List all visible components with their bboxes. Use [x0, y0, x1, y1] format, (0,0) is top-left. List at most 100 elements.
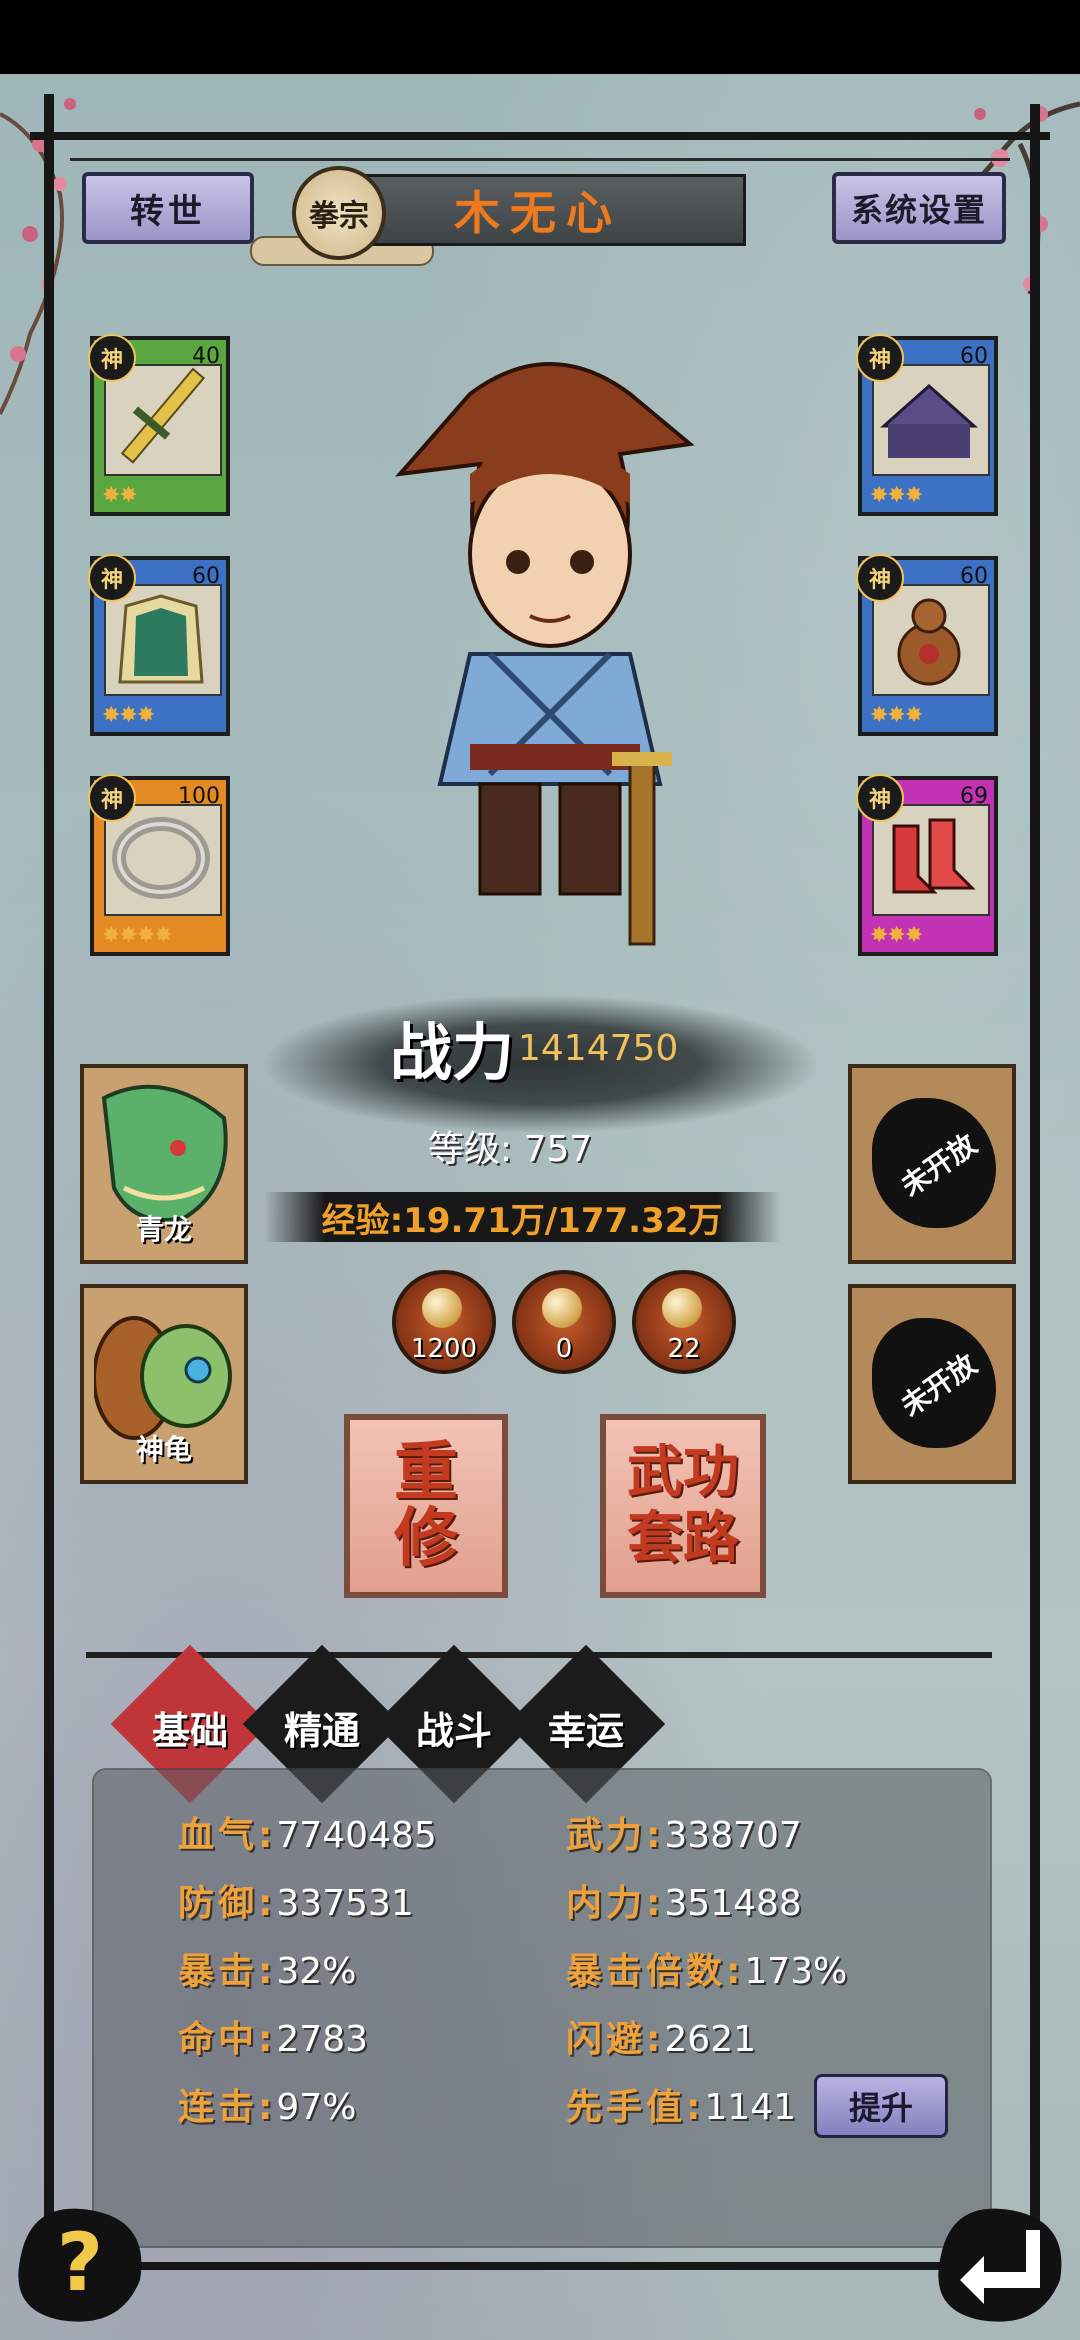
equip-art-gourd [872, 584, 990, 696]
player-name: 木无心 [330, 174, 746, 246]
martial-arts-label: 武功套路 [627, 1440, 739, 1571]
stat-defense: 防御:337531 [178, 1874, 414, 1926]
stat-inner-value: 351488 [664, 1883, 802, 1924]
equip-art-sword [104, 364, 222, 476]
stat-combo-value: 97% [276, 2087, 357, 2128]
reincarnate-button[interactable]: 转世 [82, 172, 254, 244]
equip-slot-gourd[interactable]: 神 60 ✸✸✸ [856, 554, 998, 736]
stat-defense-value: 337531 [276, 1883, 414, 1924]
hero-character [395, 362, 695, 946]
frame-right [1030, 104, 1040, 2304]
equip-art-ring [104, 804, 222, 916]
equip-slot-armor[interactable]: 神 60 ✸✸✸ [88, 554, 230, 736]
divine-tag: 神 [88, 554, 136, 602]
frame-bottom [40, 2262, 1040, 2270]
boots-icon [892, 818, 976, 894]
help-icon[interactable]: ? [10, 2190, 150, 2330]
equip-stars: ✸✸ [102, 483, 138, 508]
frame-left [44, 94, 54, 2314]
item-count: 0 [555, 1334, 573, 1364]
divine-tag: 神 [856, 554, 904, 602]
stat-crit-multiplier-label: 暴击倍数: [566, 1951, 745, 1992]
stat-inner: 内力:351488 [566, 1874, 802, 1926]
stat-hp: 血气:7740485 [178, 1806, 437, 1858]
stat-initiative: 先手值:1141 [566, 2078, 796, 2130]
pet-name: 神龟 [135, 1433, 192, 1466]
gourd-icon [897, 598, 961, 686]
equip-slot-boots[interactable]: 神 69 ✸✸✸ [856, 774, 998, 956]
ring-icon [112, 817, 210, 899]
retrain-button[interactable]: 重修 [344, 1414, 508, 1598]
stat-attack: 武力:338707 [566, 1806, 802, 1858]
stat-crit: 暴击:32% [178, 1942, 356, 1994]
tab-luck[interactable]: 幸运 [516, 1700, 656, 1755]
item-slot-1[interactable]: 1200 [392, 1270, 496, 1374]
stat-hp-value: 7740485 [276, 1815, 437, 1856]
pet-slot-qinglong[interactable]: 青龙 [80, 1064, 248, 1264]
locked-slot-1[interactable]: 未开放 [848, 1064, 1016, 1264]
frame-top-inner [70, 158, 1010, 161]
equip-level: 60 [192, 564, 220, 589]
divine-tag: 神 [88, 774, 136, 822]
equip-slot-ring[interactable]: 神 100 ✸✸✸✸ [88, 774, 230, 956]
equip-art-boots [872, 804, 990, 916]
stat-crit-multiplier-value: 173% [744, 1951, 848, 1992]
equip-stars: ✸✸✸✸ [102, 923, 173, 948]
stat-attack-value: 338707 [664, 1815, 802, 1856]
item-orb-icon [662, 1288, 702, 1328]
stat-initiative-label: 先手值: [566, 2087, 705, 2128]
stat-combo-label: 连击: [178, 2087, 277, 2128]
equip-stars: ✸✸✸ [870, 703, 923, 728]
system-settings-button[interactable]: 系统设置 [832, 172, 1006, 244]
equip-art-hat [872, 364, 990, 476]
level-text: 等级: 757 [428, 1129, 593, 1170]
armor-icon [118, 594, 204, 684]
exp-text: 经验:19.71万/177.32万 [321, 1200, 723, 1241]
equip-stars: ✸✸✸ [102, 703, 155, 728]
divine-tag: 神 [856, 334, 904, 382]
item-count: 22 [667, 1334, 701, 1364]
martial-arts-button[interactable]: 武功套路 [600, 1414, 766, 1598]
sect-badge: 拳宗 [292, 166, 386, 260]
equip-level: 69 [960, 784, 988, 809]
equip-slot-weapon[interactable]: 神 40 ✸✸ [88, 334, 230, 516]
pet-name: 青龙 [135, 1213, 192, 1246]
item-orb-icon [422, 1288, 462, 1328]
equip-level: 100 [178, 784, 220, 809]
equip-level: 60 [960, 344, 988, 369]
exp-bar: 经验:19.71万/177.32万 [264, 1192, 780, 1242]
tab-combat[interactable]: 战斗 [384, 1700, 524, 1755]
section-divider [86, 1652, 992, 1658]
back-icon[interactable] [930, 2190, 1070, 2330]
sword-icon [120, 367, 206, 464]
equip-slot-hat[interactable]: 神 60 ✸✸✸ [856, 334, 998, 516]
stat-crit-value: 32% [276, 1951, 357, 1992]
item-orb-icon [542, 1288, 582, 1328]
equip-art-armor [104, 584, 222, 696]
item-slot-2[interactable]: 0 [512, 1270, 616, 1374]
stat-dodge: 闪避:2621 [566, 2010, 756, 2062]
power-value: 1414750 [518, 1028, 679, 1069]
item-slot-3[interactable]: 22 [632, 1270, 736, 1374]
stat-inner-label: 内力: [566, 1883, 665, 1924]
stat-dodge-value: 2621 [664, 2019, 757, 2060]
hat-icon [880, 383, 978, 458]
stat-hp-label: 血气: [178, 1815, 277, 1856]
locked-slot-2[interactable]: 未开放 [848, 1284, 1016, 1484]
stat-initiative-value: 1141 [704, 2087, 797, 2128]
upgrade-button[interactable]: 提升 [814, 2074, 948, 2138]
status-bar [0, 0, 1080, 74]
equip-stars: ✸✸✸ [870, 923, 923, 948]
svg-text:?: ? [57, 2216, 103, 2309]
pet-slot-shengui[interactable]: 神龟 [80, 1284, 248, 1484]
stat-defense-label: 防御: [178, 1883, 277, 1924]
divine-tag: 神 [88, 334, 136, 382]
stat-hit: 命中:2783 [178, 2010, 368, 2062]
divine-tag: 神 [856, 774, 904, 822]
stat-crit-label: 暴击: [178, 1951, 277, 1992]
stat-crit-multiplier: 暴击倍数:173% [566, 1942, 847, 1994]
tab-mastery[interactable]: 精通 [252, 1700, 392, 1755]
tab-basic[interactable]: 基础 [120, 1700, 260, 1755]
power-label: 战力 [390, 1016, 515, 1089]
stat-dodge-label: 闪避: [566, 2019, 665, 2060]
